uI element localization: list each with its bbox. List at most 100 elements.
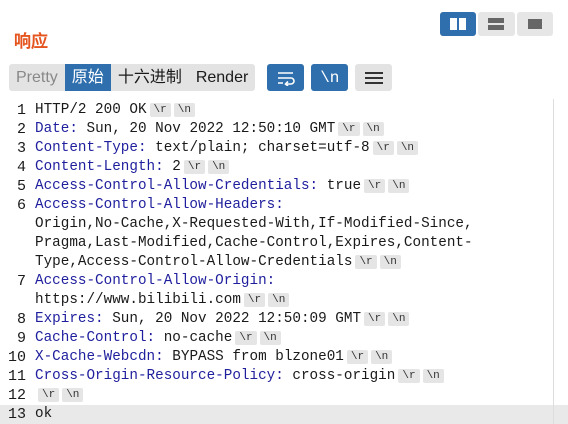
lf-marker: \n <box>396 141 419 155</box>
tab-render[interactable]: Render <box>189 64 255 91</box>
line-text: ok <box>35 406 53 422</box>
line-content: Access-Control-Allow-Credentials: true \r… <box>35 177 410 196</box>
line-number: 7 <box>16 273 26 290</box>
lf-marker: \n <box>371 350 393 364</box>
editor-toolbar: Pretty 原始 十六进制 Render \n <box>9 64 393 91</box>
cr-marker: \r <box>355 255 377 269</box>
editor-line: 10 X-Cache-Webcdn: BYPASS from blzone01 \r… <box>0 348 568 367</box>
cr-marker: \r <box>243 293 266 307</box>
line-number: 11 <box>7 368 26 385</box>
response-editor[interactable]: 1 HTTP/2 200 OK \r \n 2 Date: Sun, 20 Nov 202… <box>0 99 568 424</box>
panel-title: 响应 <box>14 32 48 51</box>
line-text: HTTP/2 200 OK <box>35 102 147 118</box>
editor-line: Origin,No-Cache,X-Requested-With,If-Modi… <box>0 215 568 234</box>
header-value: https://www.bilibili.com <box>35 292 241 308</box>
layout-single-button[interactable] <box>516 12 553 36</box>
view-mode-tabs: Pretty 原始 十六进制 Render <box>9 64 256 91</box>
lf-marker: \n <box>173 103 195 117</box>
line-content: Content-Length: 2 \r \n <box>35 158 230 177</box>
header-value: cross-origin <box>283 368 396 384</box>
header-value: Type,Access-Control-Allow-Credentials <box>35 254 353 270</box>
line-content: https://www.bilibili.com \r \n <box>35 291 290 310</box>
header-value: Origin,No-Cache,X-Requested-With,If-Modi… <box>35 216 473 232</box>
layout-single-icon <box>527 19 542 29</box>
tab-raw[interactable]: 原始 <box>64 64 111 91</box>
line-content: Cross-Origin-Resource-Policy: cross-orig… <box>35 367 444 386</box>
line-content: Type,Access-Control-Allow-Credentials \r \… <box>35 253 401 272</box>
lf-marker: \n <box>259 331 281 345</box>
editor-line: https://www.bilibili.com \r \n <box>0 291 568 310</box>
header-value: BYPASS from blzone01 <box>163 349 344 365</box>
line-content: Access-Control-Allow-Origin: <box>35 272 275 291</box>
line-number: 10 <box>7 349 26 366</box>
scrollbar-divider <box>553 99 554 424</box>
editor-line: 1 HTTP/2 200 OK \r \n <box>0 101 568 120</box>
lf-marker: \n <box>388 179 410 193</box>
newline-label: \n <box>320 68 340 87</box>
editor-line: Pragma,Last-Modified,Cache-Control,Expir… <box>0 234 568 253</box>
cr-marker: \r <box>338 122 360 136</box>
line-content: Origin,No-Cache,X-Requested-With,If-Modi… <box>35 215 473 234</box>
layout-split-button[interactable] <box>440 12 477 36</box>
lf-marker: \n <box>268 293 290 307</box>
lf-marker: \n <box>379 255 401 269</box>
editor-line: 13 ok <box>0 405 568 424</box>
cr-marker: \r <box>346 350 369 364</box>
editor-line: 9 Cache-Control: no-cache \r \n <box>0 329 568 348</box>
header-name: X-Cache-Webcdn: <box>35 349 164 365</box>
cr-marker: \r <box>183 160 206 174</box>
header-value: true <box>318 178 362 194</box>
header-name: Expires: <box>35 311 104 327</box>
lf-marker: \n <box>388 312 410 326</box>
header-value: Sun, 20 Nov 2022 12:50:09 GMT <box>103 311 362 327</box>
line-content: Expires: Sun, 20 Nov 2022 12:50:09 GMT \r… <box>35 310 410 329</box>
line-number: 2 <box>16 121 26 138</box>
layout-toggle-group <box>440 12 553 36</box>
line-number: 12 <box>7 387 26 404</box>
header-name: Date: <box>35 121 78 137</box>
cr-marker: \r <box>364 312 386 326</box>
wrap-icon <box>277 71 295 86</box>
tab-hex[interactable]: 十六进制 <box>111 64 189 91</box>
tab-pretty[interactable]: Pretty <box>9 64 65 91</box>
line-number: 5 <box>16 178 26 195</box>
editor-line: 12 \r \n <box>0 386 568 405</box>
line-number: 9 <box>16 330 26 347</box>
show-newlines-button[interactable]: \n <box>311 64 349 91</box>
wrap-lines-button[interactable] <box>267 64 305 91</box>
line-content: \r \n <box>35 386 84 405</box>
cr-marker: \r <box>235 331 257 345</box>
menu-icon <box>364 71 383 84</box>
line-content: Access-Control-Allow-Headers: <box>35 196 284 215</box>
options-menu-button[interactable] <box>355 64 393 91</box>
layout-rows-icon <box>488 18 505 30</box>
header-name: Access-Control-Allow-Headers: <box>35 197 284 213</box>
editor-line: 11 Cross-Origin-Resource-Policy: cross-or… <box>0 367 568 386</box>
layout-split-icon <box>450 18 467 30</box>
cr-marker: \r <box>364 179 386 193</box>
lf-marker: \n <box>62 388 84 402</box>
line-content: Content-Type: text/plain; charset=utf-8 \… <box>35 139 419 158</box>
header-name: Cache-Control: <box>35 330 156 346</box>
line-content: Date: Sun, 20 Nov 2022 12:50:10 GMT \r \n <box>35 120 384 139</box>
editor-line: Type,Access-Control-Allow-Credentials \r \… <box>0 253 568 272</box>
line-content: HTTP/2 200 OK \r \n <box>35 101 195 120</box>
layout-rows-button[interactable] <box>478 12 515 36</box>
editor-line: 2 Date: Sun, 20 Nov 2022 12:50:10 GMT \r \n <box>0 120 568 139</box>
header-value: Pragma,Last-Modified,Cache-Control,Expir… <box>35 235 473 251</box>
line-content: Cache-Control: no-cache \r \n <box>35 329 281 348</box>
line-content: X-Cache-Webcdn: BYPASS from blzone01 \r \n <box>35 348 393 367</box>
editor-line: 7 Access-Control-Allow-Origin: <box>0 272 568 291</box>
lf-marker: \n <box>422 369 444 383</box>
header-name: Access-Control-Allow-Origin: <box>35 273 276 289</box>
cr-marker: \r <box>149 103 171 117</box>
cr-marker: \r <box>398 369 420 383</box>
line-number: 4 <box>16 159 26 176</box>
editor-line: 5 Access-Control-Allow-Credentials: true \… <box>0 177 568 196</box>
line-number: 6 <box>16 197 26 214</box>
line-number: 8 <box>16 311 26 328</box>
line-number: 1 <box>16 102 26 119</box>
editor-line: 4 Content-Length: 2 \r \n <box>0 158 568 177</box>
cr-marker: \r <box>38 388 60 402</box>
header-value: Sun, 20 Nov 2022 12:50:10 GMT <box>77 121 336 137</box>
